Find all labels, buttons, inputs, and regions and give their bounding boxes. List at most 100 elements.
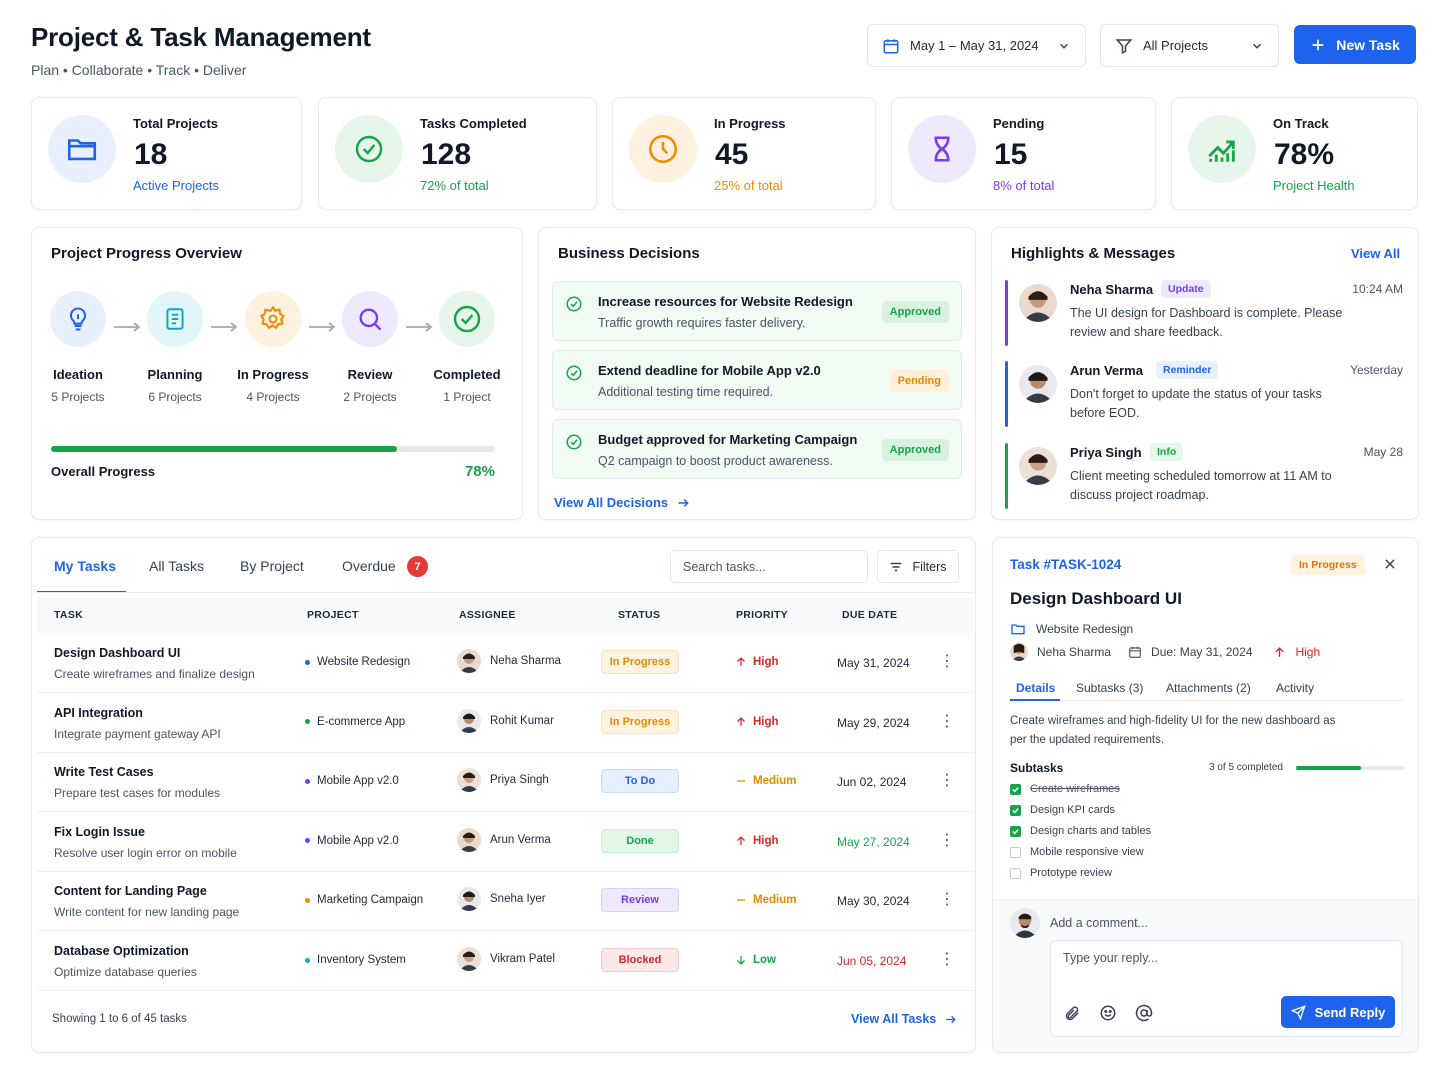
decision-title: Extend deadline for Mobile App v2.0 [598, 363, 821, 378]
paperclip-icon [1065, 1005, 1079, 1020]
detail-tab[interactable]: Activity [1276, 681, 1314, 695]
subtask-item[interactable]: Prototype review [1010, 867, 1112, 879]
avatar [1019, 365, 1057, 403]
stat-label: On Track [1273, 116, 1329, 131]
table-row[interactable]: Database Optimization Optimize database … [37, 931, 974, 991]
detail-tab[interactable]: Attachments (2) [1166, 681, 1251, 695]
tab-overdue[interactable]: Overdue [342, 558, 396, 574]
attach-button[interactable] [1057, 998, 1087, 1028]
task-assignee: Neha Sharma [457, 649, 561, 673]
more-options-icon[interactable]: ⋮ [939, 949, 955, 969]
view-all-tasks-link[interactable]: View All Tasks [851, 1012, 957, 1026]
close-panel-button[interactable] [1378, 552, 1402, 576]
detail-tab[interactable]: Details [1016, 681, 1055, 695]
stat-card-1: Tasks Completed 128 72% of total [318, 97, 597, 210]
more-options-icon[interactable]: ⋮ [939, 889, 955, 909]
task-assignee: Vikram Patel [457, 947, 555, 971]
stat-value: 18 [134, 138, 168, 171]
task-assignee: Rohit Kumar [457, 708, 554, 733]
checkbox-checked-icon[interactable] [1010, 825, 1021, 837]
arrow-right-icon [678, 498, 689, 507]
overall-progress-label: Overall Progress [51, 464, 156, 479]
decision-item[interactable]: Increase resources for Website Redesign … [552, 281, 962, 341]
checkbox-checked-icon[interactable] [1010, 804, 1021, 816]
stat-foot: 25% of total [714, 178, 783, 193]
subtask-item[interactable]: Design charts and tables [1010, 825, 1151, 837]
check-circle-icon [566, 296, 582, 312]
detail-active-tab-indicator [1010, 699, 1060, 701]
table-row[interactable]: API Integration Integrate payment gatewa… [37, 693, 974, 753]
status-badge: In Progress [601, 709, 679, 734]
stage-name: Ideation [53, 367, 103, 382]
stage-name: In Progress [237, 367, 309, 382]
stage-count: 2 Projects [343, 390, 397, 404]
task-desc: Create wireframes and finalize design [54, 667, 255, 681]
checkbox-icon[interactable] [1010, 846, 1021, 858]
task-project: Inventory System [305, 954, 406, 966]
table-row[interactable]: Fix Login Issue Resolve user login error… [37, 812, 974, 872]
message-item[interactable]: Neha Sharma Update 10:24 AM The UI desig… [1005, 280, 1403, 350]
decision-title: Increase resources for Website Redesign [598, 294, 853, 309]
tab-my-tasks[interactable]: My Tasks [54, 558, 116, 574]
message-item[interactable]: Arun Verma Reminder Yesterday Don't forg… [1005, 361, 1403, 431]
avatar [457, 708, 481, 733]
subtask-item[interactable]: Create wireframes [1010, 783, 1120, 795]
view-all-messages-link[interactable]: View All [1351, 246, 1400, 261]
checkbox-icon[interactable] [1010, 867, 1021, 879]
task-due-date: Jun 02, 2024 [837, 775, 907, 790]
more-options-icon[interactable]: ⋮ [939, 770, 955, 790]
subtask-item[interactable]: Mobile responsive view [1010, 846, 1144, 858]
table-row[interactable]: Content for Landing Page Write content f… [37, 871, 974, 932]
stage-name: Review [347, 367, 393, 382]
avatar [1019, 447, 1057, 485]
more-options-icon[interactable]: ⋮ [939, 711, 955, 731]
highlights-title: Highlights & Messages [1011, 245, 1176, 262]
priority-icon [737, 956, 745, 965]
calendar-icon [883, 38, 899, 53]
task-id: Task #TASK-1024 [1010, 557, 1122, 572]
column-header: PRIORITY [736, 609, 788, 621]
project-dot [305, 957, 310, 963]
new-task-button[interactable]: New Task [1294, 25, 1416, 64]
decision-item[interactable]: Extend deadline for Mobile App v2.0 Addi… [552, 350, 962, 410]
decision-status-badge: Approved [881, 439, 949, 461]
message-item[interactable]: Priya Singh Info May 28 Client meeting s… [1005, 443, 1403, 513]
filters-button[interactable]: Filters [877, 550, 959, 583]
task-desc: Prepare test cases for modules [54, 786, 221, 801]
emoji-button[interactable] [1093, 998, 1123, 1028]
message-accent [1005, 280, 1008, 346]
stage-0: Ideation 5 Projects [33, 291, 123, 404]
avatar [457, 649, 481, 673]
subtask-text: Prototype review [1030, 867, 1112, 879]
avatar [1019, 284, 1057, 322]
column-header: PROJECT [307, 609, 359, 621]
task-assignee: Arun Verma [457, 827, 551, 852]
detail-tab[interactable]: Subtasks (3) [1076, 681, 1143, 695]
subtasks-progress-text: 3 of 5 completed [1209, 762, 1283, 773]
date-range-picker[interactable]: May 1 – May 31, 2024 [867, 24, 1086, 67]
tab-by-project[interactable]: By Project [240, 558, 304, 574]
send-reply-button[interactable]: Send Reply [1281, 996, 1395, 1028]
table-row[interactable]: Write Test Cases Prepare test cases for … [37, 752, 974, 813]
check-circle-icon [335, 115, 403, 183]
more-options-icon[interactable]: ⋮ [939, 651, 955, 671]
status-badge: Review [601, 888, 679, 913]
decision-desc: Additional testing time required. [598, 385, 774, 399]
more-options-icon[interactable]: ⋮ [939, 830, 955, 850]
project-filter[interactable]: All Projects [1100, 24, 1279, 67]
checkbox-checked-icon[interactable] [1010, 783, 1021, 795]
subtask-item[interactable]: Design KPI cards [1010, 804, 1115, 816]
tab-all-tasks[interactable]: All Tasks [149, 558, 204, 574]
decision-item[interactable]: Budget approved for Marketing Campaign Q… [552, 419, 962, 479]
stat-foot: 72% of total [420, 178, 489, 193]
task-project: Mobile App v2.0 [305, 775, 399, 787]
mention-button[interactable] [1129, 998, 1159, 1028]
calendar-icon [1129, 646, 1141, 658]
pagination-info: Showing 1 to 6 of 45 tasks [52, 1013, 187, 1025]
table-row[interactable]: Design Dashboard UI Create wireframes an… [37, 633, 974, 693]
task-priority: High [735, 716, 779, 728]
task-priority: High [735, 656, 779, 668]
view-all-decisions-link[interactable]: View All Decisions [554, 495, 690, 510]
search-tasks-input[interactable]: Search tasks... [670, 550, 868, 583]
stat-value: 45 [715, 138, 749, 171]
